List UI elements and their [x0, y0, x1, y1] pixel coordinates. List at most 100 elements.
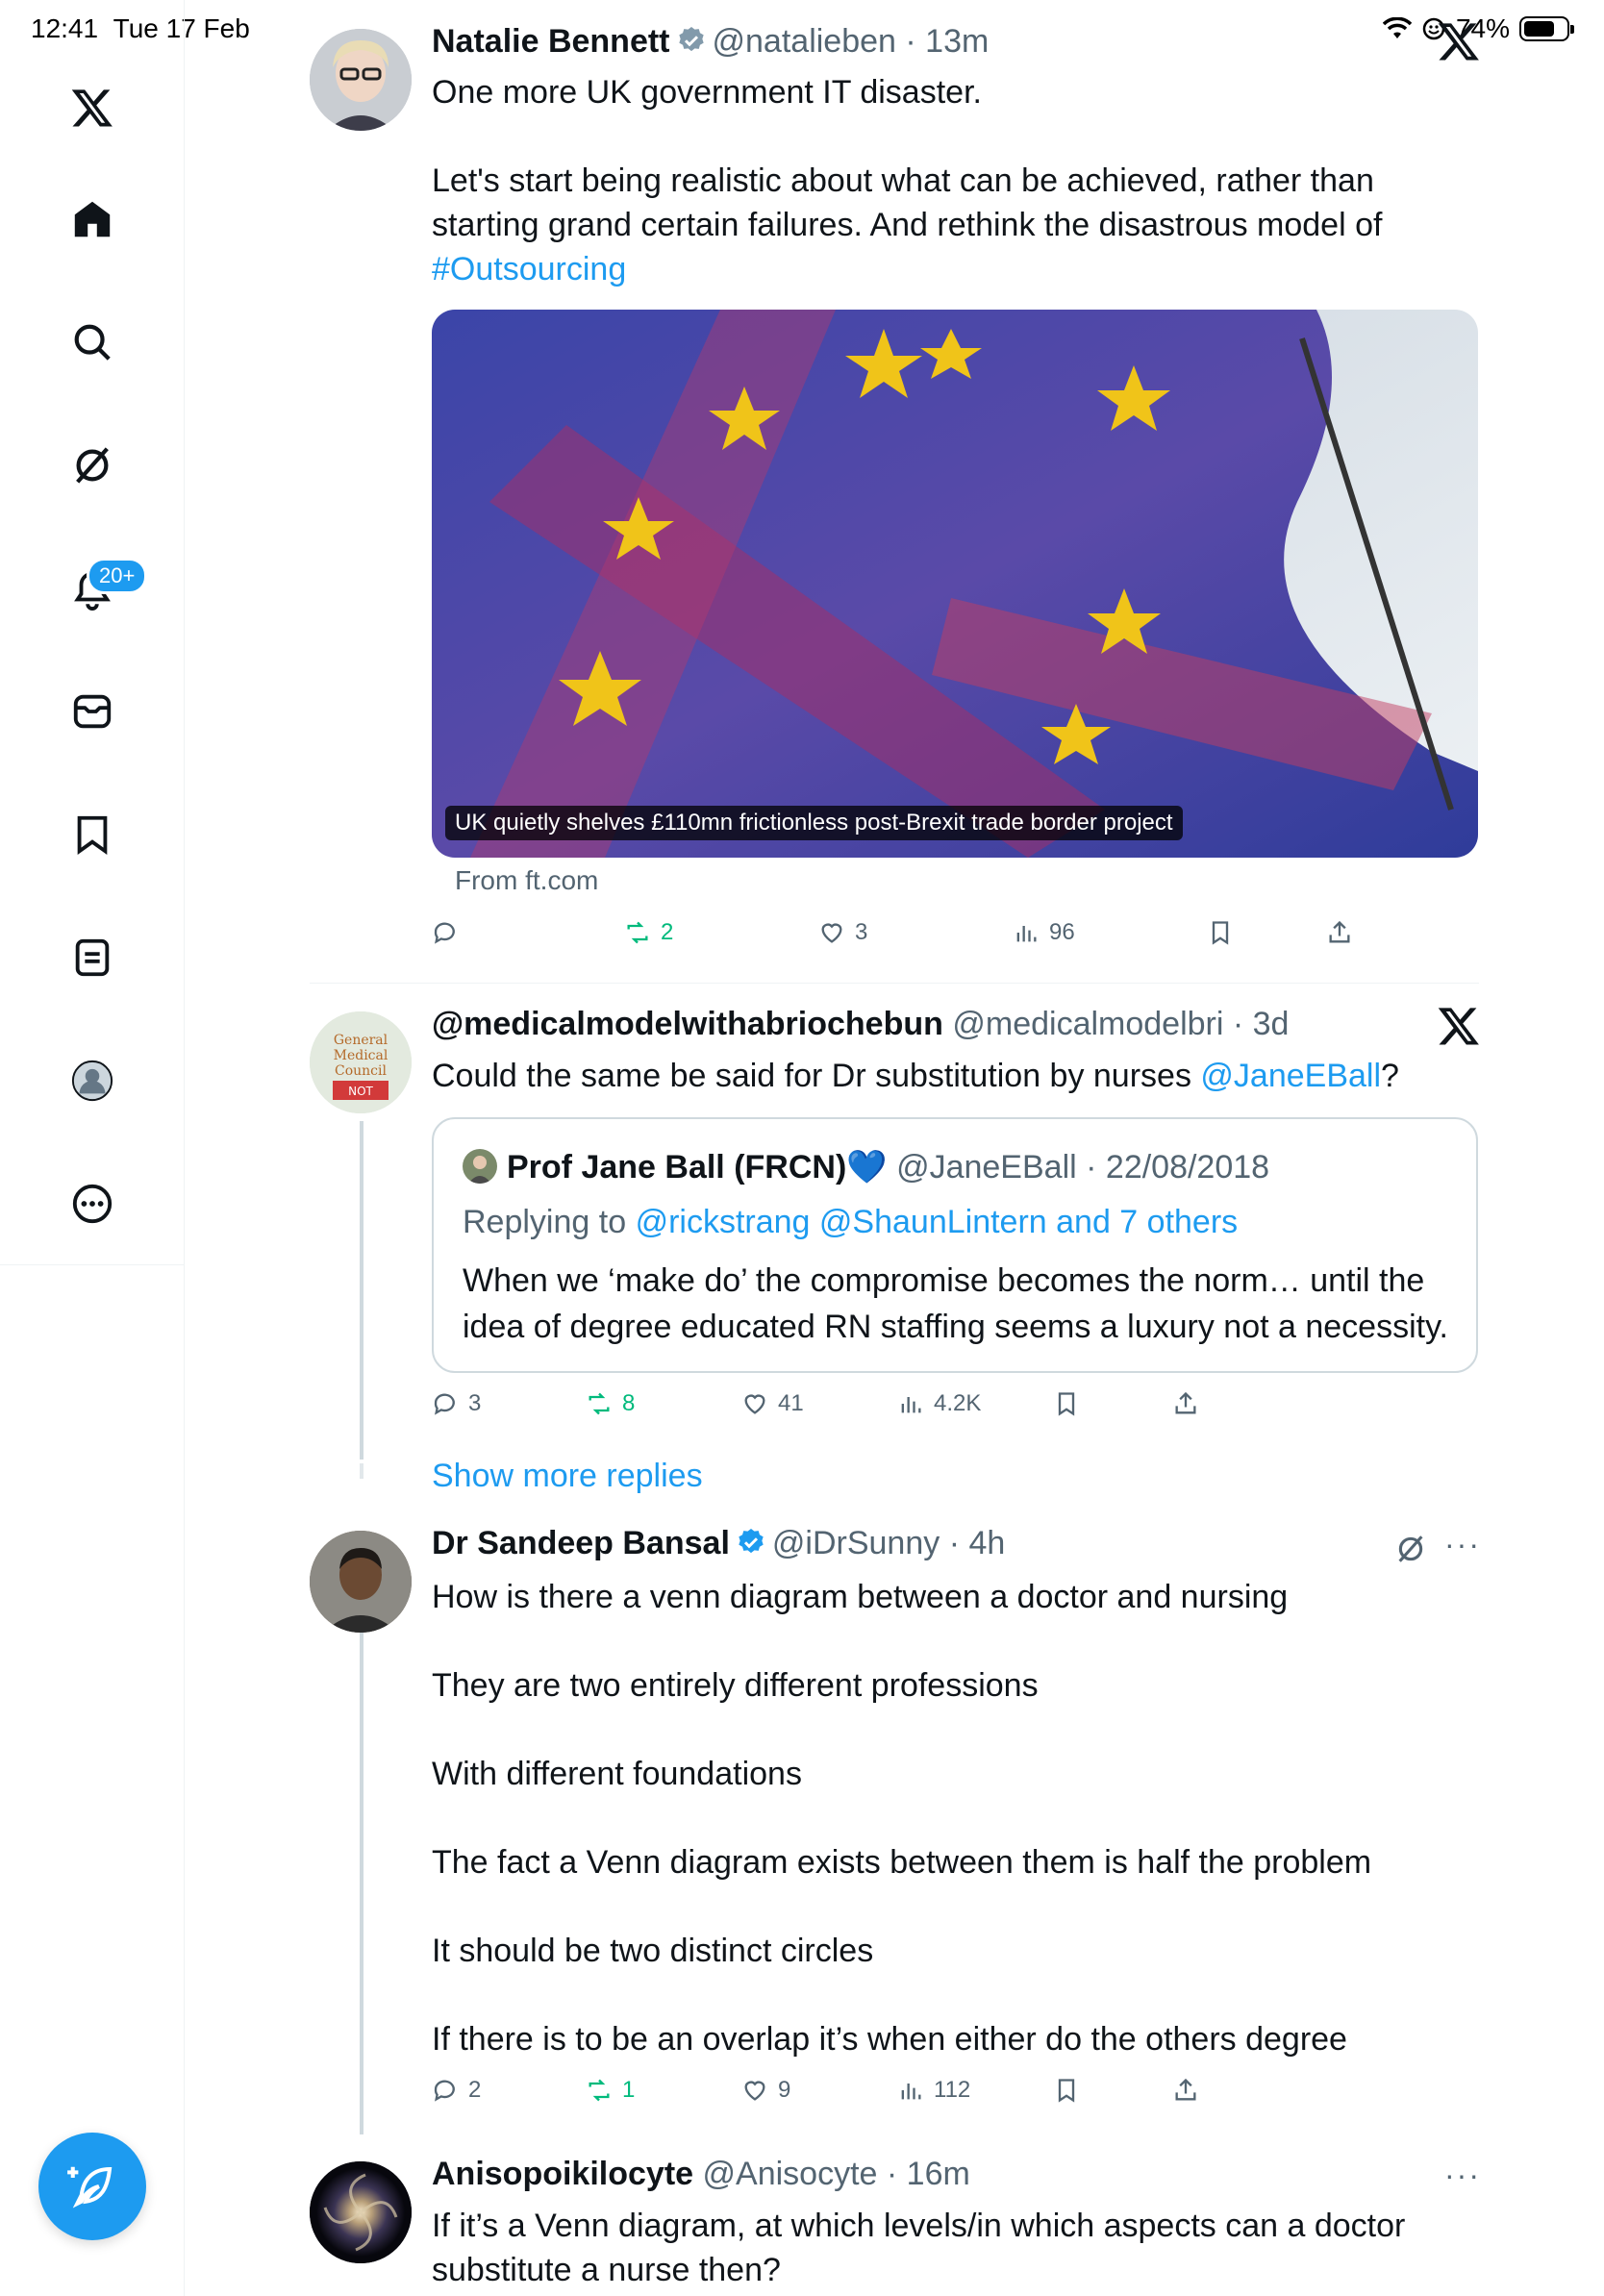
reply-button[interactable]: [432, 919, 468, 946]
view-count: 96: [1049, 919, 1075, 945]
bookmark-icon: [1212, 921, 1229, 945]
verified-grey-icon: [678, 27, 704, 52]
tweet-time[interactable]: 4h: [968, 1525, 1005, 1561]
bookmark-icon: [1058, 1392, 1075, 1416]
share-button[interactable]: [1172, 2077, 1199, 2104]
separator: ·: [1223, 1006, 1253, 1042]
tweet-text-end: ?: [1381, 1058, 1399, 1094]
thread-line-dotted: [360, 1463, 363, 1479]
bookmark-button[interactable]: [1207, 919, 1234, 946]
views-button[interactable]: 96: [1013, 919, 1075, 946]
x-logo-icon[interactable]: [54, 69, 131, 146]
heart-icon: [744, 1394, 765, 1414]
quote-avatar: [463, 1149, 497, 1184]
messages-icon[interactable]: [54, 673, 131, 750]
share-button[interactable]: [1172, 1390, 1199, 1417]
sidebar: 20+: [0, 0, 185, 1265]
author-name[interactable]: Anisopoikilocyte: [432, 2156, 693, 2192]
views-icon: [901, 2084, 921, 2100]
replying-to-links[interactable]: @rickstrang @ShaunLintern and 7 others: [636, 1204, 1239, 1240]
author-name[interactable]: @medicalmodelwithabriochebun: [432, 1006, 943, 1042]
repost-icon: [589, 1392, 610, 1415]
tweet-header: Natalie Bennett @natalieben · 13m: [432, 23, 989, 61]
repost-button[interactable]: 1: [586, 2077, 635, 2104]
tweet-time[interactable]: 13m: [925, 23, 989, 60]
tweet-text-line: It should be two distinct circles: [432, 1933, 874, 1969]
repost-button[interactable]: 2: [624, 919, 673, 946]
quote-text-line: idea of degree educated RN staffing seem…: [463, 1309, 1448, 1345]
tweet-time[interactable]: 16m: [907, 2156, 970, 2192]
share-button[interactable]: [1326, 919, 1353, 946]
svg-text:Medical: Medical: [334, 1048, 388, 1063]
quote-author-name: Prof Jane Ball (FRCN): [507, 1149, 847, 1185]
reply-count: 3: [468, 1390, 482, 1416]
repost-count: 8: [622, 1390, 636, 1416]
avatar[interactable]: [310, 1531, 412, 1633]
tweet-text-line: How is there a venn diagram between a do…: [432, 1579, 1289, 1615]
card-source[interactable]: From ft.com: [455, 865, 598, 896]
sidebar-divider: [184, 1265, 185, 2296]
author-handle[interactable]: @medicalmodelbri: [952, 1006, 1223, 1042]
tweet-time[interactable]: 3d: [1253, 1006, 1290, 1042]
quoted-tweet[interactable]: Prof Jane Ball (FRCN)💙 @JaneEBall · 22/0…: [432, 1117, 1478, 1373]
more-options-icon[interactable]: ···: [1444, 2158, 1481, 2193]
views-button[interactable]: 4.2K: [897, 1390, 981, 1417]
like-button[interactable]: 3: [818, 919, 867, 946]
compose-button[interactable]: [38, 2133, 146, 2240]
profile-icon[interactable]: [54, 1042, 131, 1119]
more-icon[interactable]: [54, 1165, 131, 1242]
reply-icon: [434, 2080, 455, 2102]
battery-fill: [1524, 21, 1555, 37]
grok-icon[interactable]: [1394, 1533, 1427, 1565]
hashtag-link[interactable]: #Outsourcing: [432, 247, 626, 291]
search-icon[interactable]: [54, 304, 131, 381]
repost-count: 1: [622, 2077, 636, 2103]
repost-icon: [589, 2079, 610, 2102]
tweet-text-line: With different foundations: [432, 1756, 802, 1792]
repost-count: 2: [661, 919, 674, 945]
like-count: 3: [855, 919, 868, 945]
like-count: 9: [778, 2077, 791, 2103]
author-handle[interactable]: @natalieben: [713, 23, 896, 60]
like-button[interactable]: 41: [741, 1390, 804, 1417]
reply-icon: [434, 1393, 455, 1415]
home-icon[interactable]: [54, 181, 131, 258]
tweet-header: @medicalmodelwithabriochebun @medicalmod…: [432, 1006, 1289, 1043]
author-name[interactable]: Natalie Bennett: [432, 23, 670, 60]
quote-time: 22/08/2018: [1105, 1149, 1270, 1185]
tweet-text: Could the same be said for Dr substituti…: [432, 1054, 1399, 1098]
author-name[interactable]: Dr Sandeep Bansal: [432, 1525, 730, 1561]
bookmark-button[interactable]: [1053, 2077, 1080, 2104]
lists-icon[interactable]: [54, 919, 131, 996]
heart-icon: [821, 923, 842, 943]
heart-icon: [744, 2081, 765, 2101]
svg-text:General: General: [334, 1033, 388, 1048]
more-options-icon[interactable]: ···: [1444, 1527, 1481, 1562]
views-button[interactable]: 112: [897, 2077, 970, 2104]
bookmark-button[interactable]: [1053, 1390, 1080, 1417]
avatar[interactable]: [310, 29, 412, 131]
reply-button[interactable]: 3: [432, 1390, 481, 1417]
svg-text:NOT: NOT: [348, 1085, 373, 1098]
mention-link[interactable]: @JaneEBall: [1200, 1058, 1381, 1094]
grok-icon[interactable]: [54, 427, 131, 504]
card-caption: UK quietly shelves £110mn frictionless p…: [445, 806, 1183, 840]
repost-button[interactable]: 8: [586, 1390, 635, 1417]
author-handle[interactable]: @iDrSunny: [772, 1525, 940, 1561]
reply-icon: [434, 922, 455, 944]
tweet-text-body: Could the same be said for Dr substituti…: [432, 1058, 1191, 1094]
reply-button[interactable]: 2: [432, 2077, 481, 2104]
author-handle[interactable]: @Anisocyte: [703, 2156, 878, 2192]
avatar[interactable]: [310, 2161, 412, 2263]
tweet-text-line: The fact a Venn diagram exists between t…: [432, 1844, 1372, 1881]
repost-icon: [627, 921, 648, 944]
wifi-icon: [1382, 17, 1412, 38]
bookmarks-icon[interactable]: [54, 796, 131, 873]
avatar[interactable]: General Medical Council NOT: [310, 1011, 412, 1113]
quote-author-handle: @JaneEBall: [896, 1149, 1077, 1185]
share-icon: [1329, 920, 1350, 943]
separator: ·: [940, 1525, 969, 1561]
like-button[interactable]: 9: [741, 2077, 790, 2104]
show-more-replies[interactable]: Show more replies: [432, 1458, 703, 1495]
link-card[interactable]: UK quietly shelves £110mn frictionless p…: [432, 310, 1478, 858]
